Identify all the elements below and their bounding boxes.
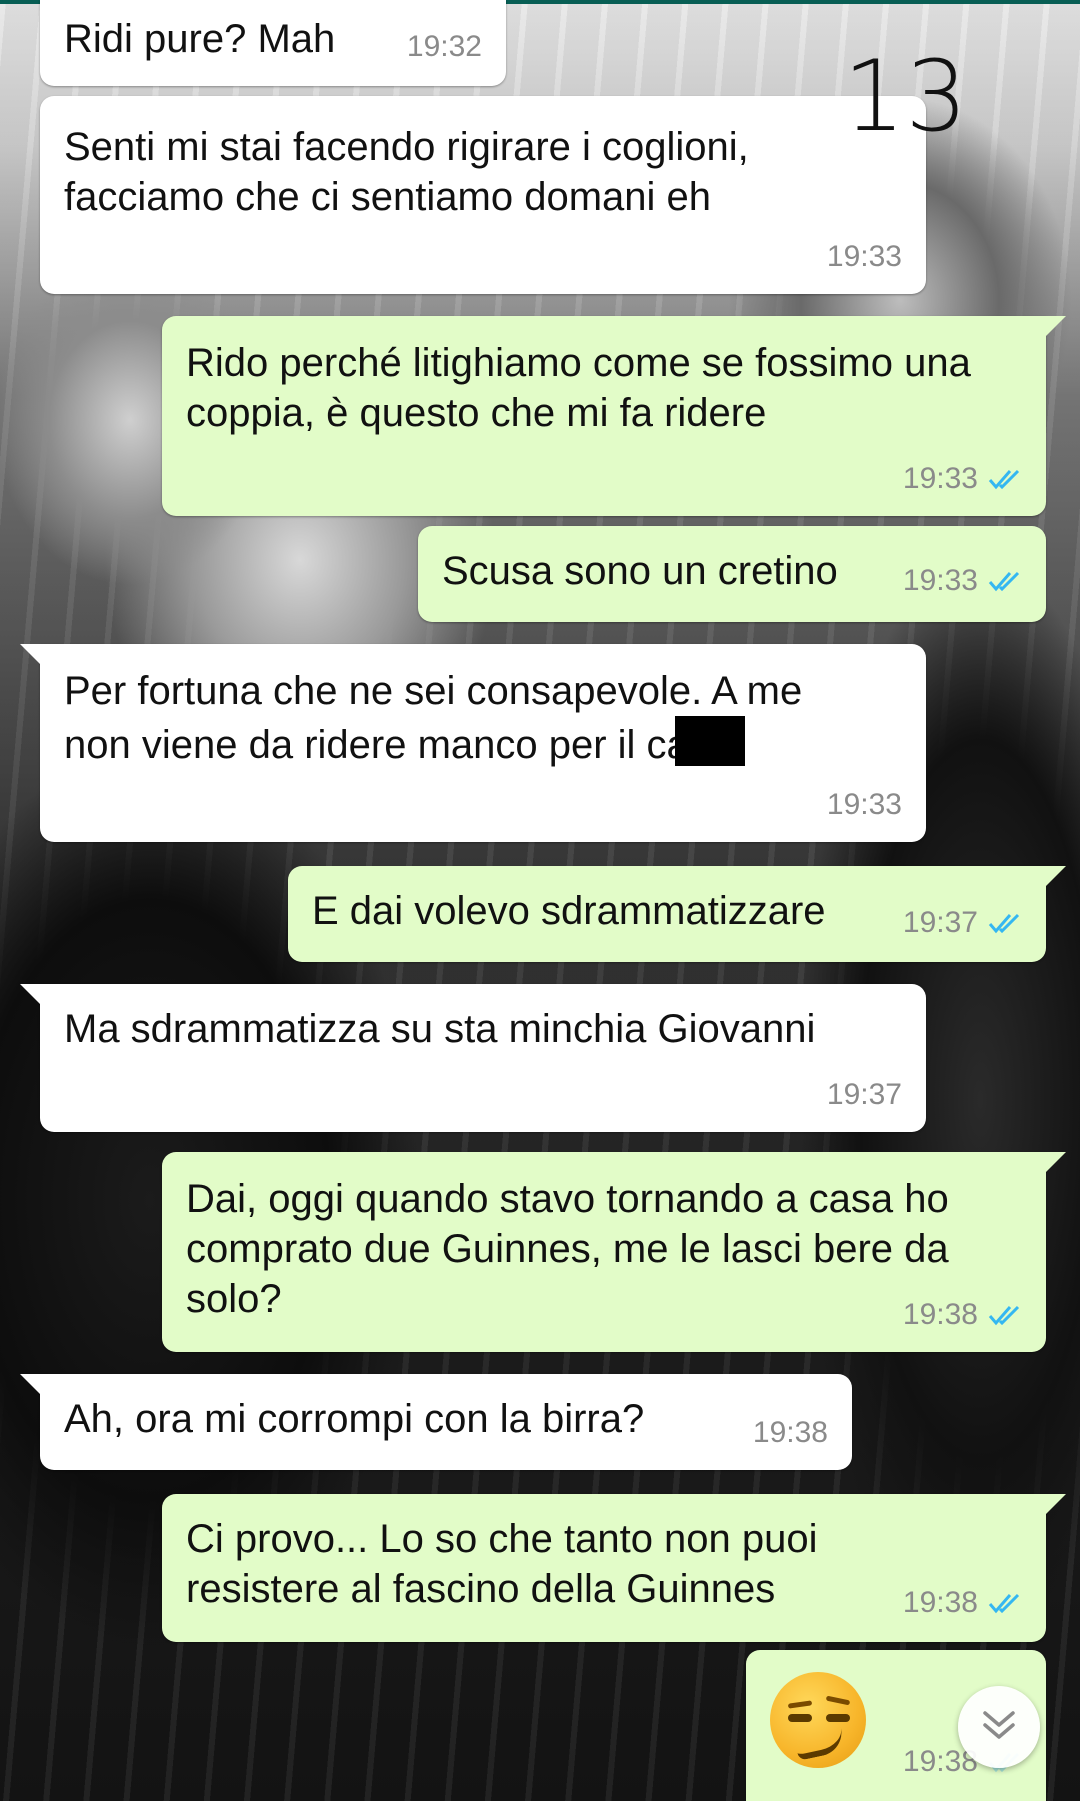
- message-incoming[interactable]: Senti mi stai facendo rigirare i coglion…: [40, 96, 926, 294]
- message-timestamp: 19:33: [903, 454, 1022, 504]
- message-timestamp: 19:38: [903, 1290, 1022, 1340]
- message-outgoing[interactable]: E dai volevo sdrammatizzare 19:37: [288, 866, 1066, 962]
- message-text: Ma sdrammatizza su sta minchia Giovanni: [64, 1007, 816, 1051]
- message-timestamp: 19:33: [826, 240, 902, 273]
- double-check-icon: [988, 468, 1022, 490]
- message-text: Per fortuna che ne sei consapevole. A me…: [64, 669, 803, 767]
- smirking-face-emoji: [770, 1672, 866, 1768]
- message-outgoing[interactable]: Scusa sono un cretino 19:33: [418, 526, 1046, 622]
- message-timestamp: 19:37: [903, 898, 1022, 948]
- message-text: Ci provo... Lo so che tanto non puoi res…: [186, 1517, 818, 1611]
- message-timestamp: 19:33: [826, 788, 902, 821]
- message-text: Ah, ora mi corrompi con la birra?: [64, 1397, 645, 1441]
- message-incoming[interactable]: Ma sdrammatizza su sta minchia Giovanni …: [20, 984, 926, 1132]
- message-timestamp: 19:33: [903, 556, 1022, 606]
- message-text: Rido perché litighiamo come se fossimo u…: [186, 341, 971, 435]
- message-incoming[interactable]: Ridi pure? Mah 19:32: [40, 0, 506, 86]
- message-outgoing[interactable]: Dai, oggi quando stavo tornando a casa h…: [162, 1152, 1066, 1352]
- message-outgoing[interactable]: Rido perché litighiamo come se fossimo u…: [162, 316, 1066, 516]
- message-timestamp: 19:38: [903, 1578, 1022, 1628]
- message-outgoing[interactable]: Ci provo... Lo so che tanto non puoi res…: [162, 1494, 1066, 1642]
- double-check-icon: [988, 570, 1022, 592]
- message-text: Senti mi stai facendo rigirare i coglion…: [64, 125, 749, 219]
- double-check-icon: [988, 1304, 1022, 1326]
- scroll-to-bottom-button[interactable]: [958, 1686, 1040, 1768]
- message-text: Dai, oggi quando stavo tornando a casa h…: [186, 1177, 949, 1321]
- message-timestamp: 19:37: [826, 1078, 902, 1111]
- message-timestamp: 19:38: [752, 1416, 828, 1449]
- double-check-icon: [988, 1592, 1022, 1614]
- double-chevron-down-icon: [979, 1707, 1019, 1748]
- message-timestamp: 19:32: [406, 30, 482, 63]
- double-check-icon: [988, 912, 1022, 934]
- message-incoming[interactable]: Ah, ora mi corrompi con la birra? 19:38: [20, 1374, 852, 1470]
- message-incoming[interactable]: Per fortuna che ne sei consapevole. A me…: [20, 644, 926, 842]
- page-number: 13: [843, 40, 968, 154]
- redaction-box: [674, 716, 745, 766]
